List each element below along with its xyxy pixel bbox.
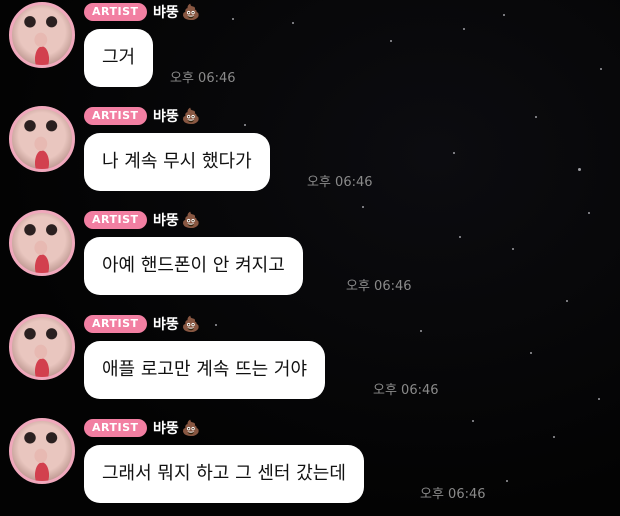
- sender-name: 뱌뚱 💩: [153, 210, 200, 231]
- sender-name-text: 뱌뚱: [153, 317, 179, 333]
- avatar[interactable]: [9, 418, 75, 484]
- message-time: 오후 06:46: [373, 383, 439, 398]
- artist-badge: ARTIST: [84, 419, 147, 437]
- poop-emoji-icon: 💩: [181, 315, 201, 333]
- sender-name: 뱌뚱 💩: [153, 2, 200, 23]
- chat-message: ARTIST 뱌뚱 💩 아예 핸드폰이 안 켜지고 오후 06:46: [0, 208, 620, 312]
- sender-name: 뱌뚱 💩: [153, 418, 200, 439]
- message-bubble[interactable]: 아예 핸드폰이 안 켜지고: [84, 237, 303, 295]
- message-time: 오후 06:46: [307, 175, 373, 190]
- avatar[interactable]: [9, 106, 75, 172]
- artist-badge: ARTIST: [84, 107, 147, 125]
- poop-emoji-icon: 💩: [181, 107, 201, 125]
- chat-message: ARTIST 뱌뚱 💩 나 계속 무시 했다가 오후 06:46: [0, 104, 620, 208]
- message-bubble[interactable]: 그래서 뭐지 하고 그 센터 갔는데: [84, 445, 364, 503]
- sender-name-text: 뱌뚱: [153, 109, 179, 125]
- chat-screen: ARTIST 뱌뚱 💩 그거 오후 06:46 ARTIST 뱌뚱 💩 나 계속 무…: [0, 0, 620, 516]
- poop-emoji-icon: 💩: [181, 211, 201, 229]
- artist-badge: ARTIST: [84, 315, 147, 333]
- avatar[interactable]: [9, 2, 75, 68]
- message-bubble[interactable]: 나 계속 무시 했다가: [84, 133, 270, 191]
- poop-emoji-icon: 💩: [181, 3, 201, 21]
- message-time: 오후 06:46: [346, 279, 412, 294]
- chat-message: ARTIST 뱌뚱 💩 애플 로고만 계속 뜨는 거야 오후 06:46: [0, 312, 620, 416]
- sender-name: 뱌뚱 💩: [153, 106, 200, 127]
- sender-name: 뱌뚱 💩: [153, 314, 200, 335]
- sender-name-text: 뱌뚱: [153, 213, 179, 229]
- message-time: 오후 06:46: [420, 487, 486, 502]
- avatar[interactable]: [9, 314, 75, 380]
- artist-badge: ARTIST: [84, 3, 147, 21]
- sender-name-text: 뱌뚱: [153, 5, 179, 21]
- poop-emoji-icon: 💩: [181, 419, 201, 437]
- artist-badge: ARTIST: [84, 211, 147, 229]
- avatar[interactable]: [9, 210, 75, 276]
- chat-message: ARTIST 뱌뚱 💩 그거 오후 06:46: [0, 0, 620, 104]
- sender-name-text: 뱌뚱: [153, 421, 179, 437]
- chat-message: ARTIST 뱌뚱 💩 그래서 뭐지 하고 그 센터 갔는데 오후 06:46: [0, 416, 620, 516]
- message-time: 오후 06:46: [170, 71, 236, 86]
- message-bubble[interactable]: 애플 로고만 계속 뜨는 거야: [84, 341, 326, 399]
- message-bubble[interactable]: 그거: [84, 29, 154, 87]
